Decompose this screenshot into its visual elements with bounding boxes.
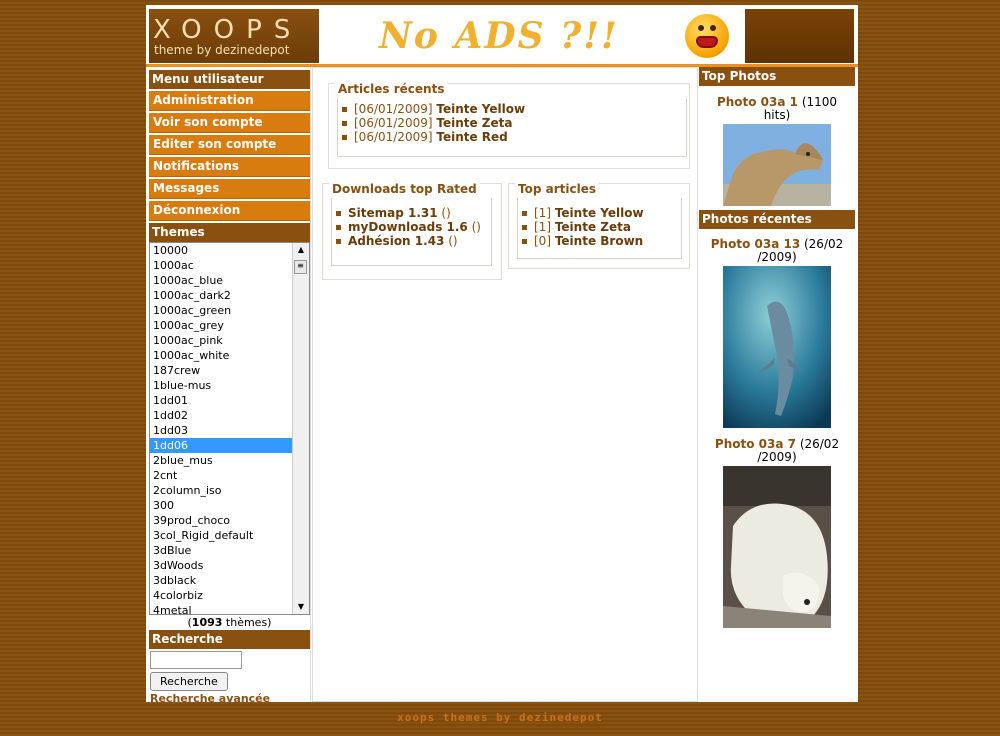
center-column: Articles récents [06/01/2009] Teinte Yel…	[312, 67, 698, 702]
recent-articles-title: Articles récents	[335, 82, 448, 96]
themes-scrollbar[interactable]: ▲ ≡ ▼	[292, 243, 309, 614]
menu-item-edit-account[interactable]: Editer son compte	[149, 135, 310, 155]
theme-option[interactable]: 1blue-mus	[150, 378, 293, 393]
theme-option[interactable]: 3col_Rigid_default	[150, 528, 293, 543]
themes-count-number: 1093	[191, 616, 223, 629]
logo-subtitle: theme by dezinedepot	[154, 43, 290, 57]
menu-item-messages[interactable]: Messages	[149, 179, 310, 199]
theme-options: 10000 1000ac 1000ac_blue 1000ac_dark2 1000ac…	[150, 243, 309, 614]
list-item[interactable]: [1] Teinte Yellow	[520, 206, 681, 220]
smiley-eye	[710, 25, 716, 31]
recent-articles-inner: [06/01/2009] Teinte Yellow [06/01/2009] …	[337, 98, 687, 157]
theme-option[interactable]: 1dd06	[150, 438, 293, 453]
theme-option[interactable]: 300	[150, 498, 293, 513]
search-input[interactable]	[150, 651, 242, 669]
theme-option[interactable]: 1000ac_pink	[150, 333, 293, 348]
theme-option[interactable]: 3dBlue	[150, 543, 293, 558]
list-item[interactable]: [0] Teinte Brown	[520, 234, 681, 248]
theme-option[interactable]: 1dd01	[150, 393, 293, 408]
recent-photo-caption[interactable]: Photo 03a 7 (26/02 /2009)	[699, 438, 855, 464]
theme-option[interactable]: 1000ac_green	[150, 303, 293, 318]
advanced-search-link[interactable]: Recherche avancée	[149, 692, 310, 705]
dolphin-photo[interactable]	[723, 266, 831, 428]
menu-item-logout[interactable]: Déconnexion	[149, 201, 310, 221]
list-item[interactable]: [1] Teinte Zeta	[520, 220, 681, 234]
banner-text: No ADS ?!!	[379, 15, 619, 57]
footer-credit[interactable]: xoops themes by dezinedepot	[0, 711, 1000, 724]
theme-option[interactable]: 4colorbiz	[150, 588, 293, 603]
theme-option[interactable]: 2column_iso	[150, 483, 293, 498]
smiley-eye	[698, 25, 704, 31]
recent-photos-title: Photos récentes	[699, 210, 855, 229]
theme-option[interactable]: 1000ac	[150, 258, 293, 273]
ad-banner[interactable]: No ADS ?!!	[321, 9, 745, 63]
theme-option[interactable]: 1000ac_white	[150, 348, 293, 363]
recent-photo-caption[interactable]: Photo 03a 13 (26/02 /2009)	[699, 238, 855, 264]
polar-bear-photo[interactable]	[723, 466, 831, 628]
recent-articles-block: Articles récents [06/01/2009] Teinte Yel…	[328, 82, 690, 169]
theme-option[interactable]: 3dblack	[150, 573, 293, 588]
theme-option[interactable]: 1000ac_grey	[150, 318, 293, 333]
logo-title: XOOPS	[153, 15, 303, 45]
theme-option[interactable]: 1dd02	[150, 408, 293, 423]
search-button[interactable]: Recherche	[150, 672, 228, 691]
smiley-mouth	[696, 36, 718, 48]
list-item[interactable]: Sitemap 1.31 ()	[334, 206, 491, 220]
downloads-list: Sitemap 1.31 () myDownloads 1.6 () Adhés…	[332, 198, 491, 248]
list-item[interactable]: [06/01/2009] Teinte Yellow	[340, 102, 686, 116]
theme-option[interactable]: 1000ac_blue	[150, 273, 293, 288]
theme-option[interactable]: 39prod_choco	[150, 513, 293, 528]
theme-option[interactable]: 1000ac_dark2	[150, 288, 293, 303]
theme-option[interactable]: 2blue_mus	[150, 453, 293, 468]
top-articles-title: Top articles	[515, 182, 599, 196]
top-photos-title: Top Photos	[699, 67, 855, 86]
user-menu: Administration Voir son compte Editer so…	[149, 91, 310, 221]
themes-listbox[interactable]: 10000 1000ac 1000ac_blue 1000ac_dark2 1000ac…	[149, 242, 310, 615]
theme-option[interactable]: 3dWoods	[150, 558, 293, 573]
user-menu-title: Menu utilisateur	[149, 70, 310, 89]
recent-articles-list: [06/01/2009] Teinte Yellow [06/01/2009] …	[338, 98, 686, 144]
menu-item-view-account[interactable]: Voir son compte	[149, 113, 310, 133]
downloads-title: Downloads top Rated	[329, 182, 480, 196]
themes-title: Themes	[149, 223, 310, 242]
search-title: Recherche	[149, 630, 310, 649]
theme-option[interactable]: 2cnt	[150, 468, 293, 483]
menu-item-administration[interactable]: Administration	[149, 91, 310, 111]
downloads-block: Downloads top Rated Sitemap 1.31 () myDo…	[322, 182, 502, 280]
top-articles-list: [1] Teinte Yellow [1] Teinte Zeta [0] Te…	[518, 198, 681, 248]
top-articles-inner: [1] Teinte Yellow [1] Teinte Zeta [0] Te…	[517, 198, 682, 259]
site-logo[interactable]: XOOPS theme by dezinedepot	[149, 9, 319, 63]
list-item[interactable]: [06/01/2009] Teinte Zeta	[340, 116, 686, 130]
shouting-smiley-icon	[685, 14, 729, 58]
header-decoration	[745, 9, 854, 63]
themes-count: (1093 thèmes)	[187, 616, 272, 629]
scroll-up-arrow-icon[interactable]: ▲	[293, 243, 309, 257]
list-item[interactable]: Adhésion 1.43 ()	[334, 234, 491, 248]
scroll-thumb[interactable]: ≡	[294, 260, 307, 274]
left-column: Menu utilisateur Administration Voir son…	[149, 67, 311, 705]
top-photo-caption[interactable]: Photo 03a 1 (1100 hits)	[699, 96, 855, 122]
list-item[interactable]: myDownloads 1.6 ()	[334, 220, 491, 234]
theme-option[interactable]: 1dd03	[150, 423, 293, 438]
menu-item-notifications[interactable]: Notifications	[149, 157, 310, 177]
header: XOOPS theme by dezinedepot No ADS ?!!	[146, 5, 858, 67]
top-articles-block: Top articles [1] Teinte Yellow [1] Teint…	[508, 182, 690, 269]
scroll-down-arrow-icon[interactable]: ▼	[293, 600, 309, 614]
theme-option[interactable]: 10000	[150, 243, 293, 258]
list-item[interactable]: [06/01/2009] Teinte Red	[340, 130, 686, 144]
camel-photo[interactable]	[723, 124, 831, 206]
downloads-inner: Sitemap 1.31 () myDownloads 1.6 () Adhés…	[331, 198, 492, 266]
page: XOOPS theme by dezinedepot No ADS ?!! Me…	[146, 5, 858, 705]
right-column: Top Photos Photo 03a 1 (1100 hits) Photo…	[699, 67, 855, 702]
theme-option[interactable]: 187crew	[150, 363, 293, 378]
theme-option[interactable]: 4metal	[150, 603, 293, 614]
